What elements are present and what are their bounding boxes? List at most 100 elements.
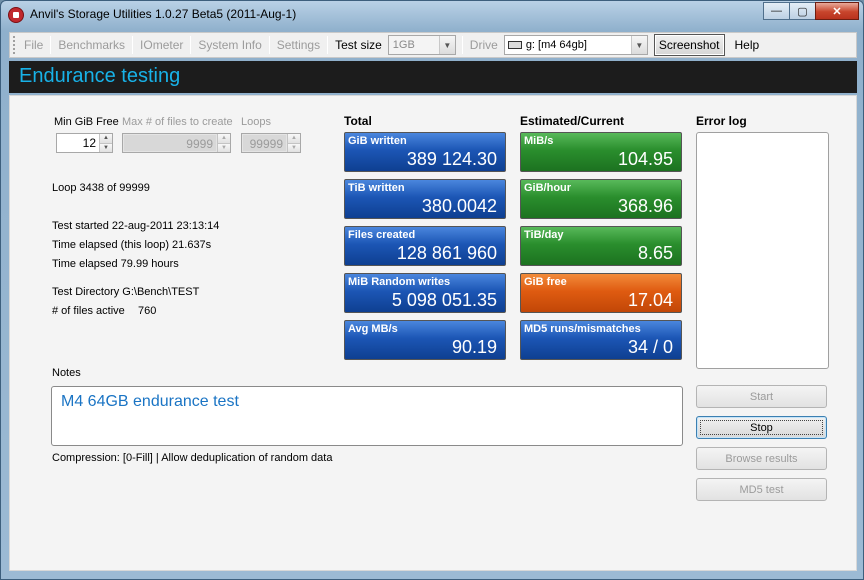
test-size-value: 1GB [392,39,415,51]
menu-separator [268,36,270,54]
test-started: Test started 22-aug-2011 23:13:14 [52,220,220,232]
loop-counter: Loop 3438 of 99999 [52,182,150,194]
total-heading: Total [344,114,372,128]
notes-label: Notes [52,367,81,379]
random-writes-tile: MiB Random writes 5 098 051.35 [344,273,506,313]
window-controls: — ▢ ✕ [763,2,859,20]
tile-value: 17.04 [627,290,673,310]
tile-value: 104.95 [617,149,673,169]
test-directory: Test Directory G:\Bench\TEST [52,286,200,298]
drive-select[interactable]: g: [m4 64gb] ▼ [503,35,648,55]
tile-label: GiB written [348,135,407,147]
tile-label: MiB/s [524,135,554,147]
min-gib-free-label: Min GiB Free [54,116,119,128]
spin-down-icon[interactable]: ▼ [100,142,112,152]
notes-field[interactable]: M4 64GB endurance test [51,386,683,446]
compression-info: Compression: [0-Fill] | Allow deduplicat… [52,452,333,464]
minimize-button[interactable]: — [763,2,790,20]
drive-label: Drive [469,38,498,52]
menu-bar: File Benchmarks IOmeter System Info Sett… [9,32,857,58]
max-files-stepper[interactable]: 9999 ▲ ▼ [122,133,231,153]
app-window: Anvil's Storage Utilities 1.0.27 Beta5 (… [0,0,864,580]
start-button[interactable]: Start [696,385,827,408]
menu-benchmarks[interactable]: Benchmarks [52,38,131,52]
test-size-select[interactable]: 1GB ▼ [387,35,456,55]
chevron-down-icon[interactable]: ▼ [630,36,647,54]
error-log-box[interactable] [696,132,829,369]
drive-value: g: [m4 64gb] [525,39,587,51]
loops-label: Loops [241,116,271,128]
min-gib-free-value[interactable]: 12 [57,134,99,152]
max-files-label: Max # of files to create [122,116,233,128]
menu-settings[interactable]: Settings [271,38,326,52]
loops-stepper[interactable]: 99999 ▲ ▼ [241,133,301,153]
notes-text[interactable]: M4 64GB endurance test [61,393,239,411]
spin-arrows[interactable]: ▲ ▼ [287,134,300,152]
spin-up-icon[interactable]: ▲ [218,134,230,143]
tib-written-tile: TiB written 380.0042 [344,179,506,219]
tile-value: 8.65 [637,243,673,263]
error-log-heading: Error log [696,114,747,128]
menu-separator [50,36,52,54]
menu-iometer[interactable]: IOmeter [134,38,189,52]
endurance-panel: Min GiB Free 12 ▲ ▼ Max # of files to cre… [9,95,857,571]
loops-value[interactable]: 99999 [243,135,286,151]
min-gib-free-stepper[interactable]: 12 ▲ ▼ [56,133,113,153]
tile-value: 5 098 051.35 [391,290,497,310]
spin-arrows[interactable]: ▲ ▼ [217,134,230,152]
tile-value: 389 124.30 [406,149,497,169]
gib-free-tile: GiB free 17.04 [520,273,682,313]
elapsed-total: Time elapsed 79.99 hours [52,258,179,270]
tile-label: GiB/hour [524,182,572,194]
estimated-heading: Estimated/Current [520,114,625,128]
menu-file[interactable]: File [18,38,49,52]
tile-label: Avg MB/s [348,323,398,335]
files-active-value: 760 [138,305,157,317]
app-icon[interactable] [8,7,24,23]
maximize-button[interactable]: ▢ [789,2,816,20]
gib-hour-tile: GiB/hour 368.96 [520,179,682,219]
menu-separator [461,36,463,54]
stop-button[interactable]: Stop [696,416,827,439]
spin-up-icon[interactable]: ▲ [100,134,112,143]
tile-value: 368.96 [617,196,673,216]
menu-system-info[interactable]: System Info [192,38,267,52]
spin-down-icon[interactable]: ▼ [288,142,300,152]
menu-separator [190,36,192,54]
spin-down-icon[interactable]: ▼ [218,142,230,152]
tile-value: 380.0042 [421,196,497,216]
menu-separator [132,36,134,54]
elapsed-this-loop: Time elapsed (this loop) 21.637s [52,239,212,251]
md5-test-button[interactable]: MD5 test [696,478,827,501]
tile-value: 34 / 0 [627,337,673,357]
tile-label: GiB free [524,276,567,288]
files-active-label: # of files active [52,305,125,317]
window-title: Anvil's Storage Utilities 1.0.27 Beta5 (… [30,7,297,21]
menu-help[interactable]: Help [729,38,766,52]
title-bar[interactable]: Anvil's Storage Utilities 1.0.27 Beta5 (… [1,1,863,28]
spin-up-icon[interactable]: ▲ [288,134,300,143]
browse-results-button[interactable]: Browse results [696,447,827,470]
page-title: Endurance testing [19,65,181,87]
menu-separator [327,36,329,54]
files-created-tile: Files created 128 861 960 [344,226,506,266]
avg-mbs-tile: Avg MB/s 90.19 [344,320,506,360]
screenshot-button[interactable]: Screenshot [653,34,725,56]
tile-label: MiB Random writes [348,276,451,288]
spin-arrows[interactable]: ▲ ▼ [99,134,112,152]
tile-label: MD5 runs/mismatches [524,323,641,335]
test-size-label: Test size [335,38,382,52]
chevron-down-icon[interactable]: ▼ [438,36,455,54]
close-button[interactable]: ✕ [815,2,859,20]
md5-runs-tile: MD5 runs/mismatches 34 / 0 [520,320,682,360]
max-files-value[interactable]: 9999 [124,135,216,151]
tile-value: 90.19 [451,337,497,357]
tib-day-tile: TiB/day 8.65 [520,226,682,266]
tile-label: Files created [348,229,416,241]
status-bar [9,572,857,578]
tile-label: TiB/day [524,229,564,241]
mibs-tile: MiB/s 104.95 [520,132,682,172]
tile-label: TiB written [348,182,405,194]
tile-value: 128 861 960 [396,243,497,263]
disk-icon [507,41,522,49]
